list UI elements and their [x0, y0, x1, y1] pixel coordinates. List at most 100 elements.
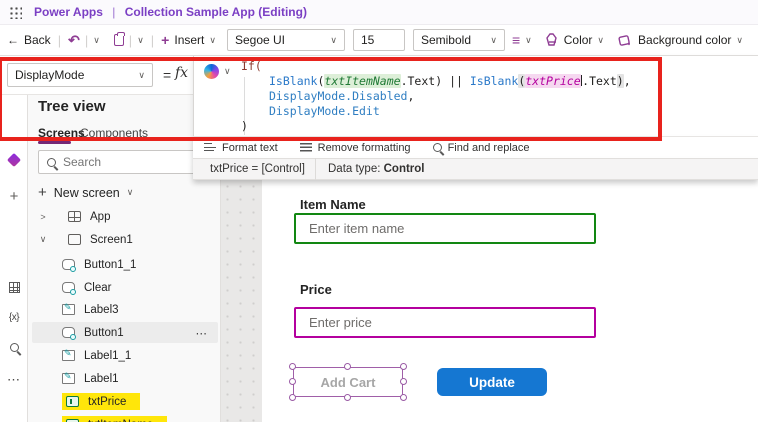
copilot-button[interactable]: ∨: [204, 64, 231, 79]
code-comma: ,: [407, 89, 415, 103]
resize-handle[interactable]: [400, 394, 407, 401]
code-paren: ): [616, 74, 624, 88]
code-comma: ,: [623, 74, 631, 88]
search-icon: [47, 157, 56, 167]
alignment-icon: ≡: [511, 32, 521, 48]
formula-code[interactable]: If(IsBlank(txtItemName.Text) || IsBlank(…: [241, 59, 631, 134]
label-control-icon: [62, 302, 75, 315]
add-cart-button-selection[interactable]: Add Cart: [289, 363, 407, 401]
undo-dropdown-chevron[interactable]: ∨: [93, 35, 100, 46]
background-color-button[interactable]: Background color ∨: [611, 25, 750, 55]
chevron-down-icon: ∨: [138, 69, 145, 80]
undo-button[interactable]: ↶ | ∨: [61, 25, 107, 55]
tree-search-input[interactable]: Search: [38, 150, 208, 174]
data-nav-icon[interactable]: [0, 282, 28, 296]
font-size-value: 15: [360, 33, 375, 47]
active-tab-underline: [38, 141, 71, 144]
selected-control-info: txtPrice = [Control]: [193, 163, 315, 175]
copilot-icon: [204, 64, 219, 79]
insert-button[interactable]: + Insert ∨: [154, 25, 223, 55]
tree-item-label1[interactable]: Label1: [32, 368, 218, 389]
tree-item-label1-1[interactable]: Label1_1: [32, 345, 218, 366]
remove-formatting-button[interactable]: Remove formatting: [299, 142, 411, 154]
tree-item-screen1[interactable]: ∨ Screen1: [32, 229, 218, 250]
property-selector-combobox[interactable]: DisplayMode ∨: [7, 63, 153, 87]
tree-item-label: Screen1: [90, 233, 133, 246]
tree-item-label: txtItemName: [88, 419, 153, 422]
waffle-menu-icon[interactable]: [9, 5, 22, 19]
chevron-down-icon[interactable]: ∨: [36, 234, 50, 245]
tab-components[interactable]: Components: [80, 126, 148, 140]
more-nav-icon[interactable]: ⋯: [0, 372, 28, 388]
remove-formatting-icon: [299, 143, 312, 152]
tab-screens[interactable]: Screens: [38, 126, 85, 140]
property-selector-value: DisplayMode: [15, 68, 85, 82]
item-name-label[interactable]: Item Name: [300, 197, 366, 212]
insert-nav-icon[interactable]: +: [0, 188, 28, 205]
background-color-chevron: ∨: [736, 34, 743, 45]
tree-item-button1-1[interactable]: Button1_1: [32, 254, 218, 275]
data-type-info: Data type: Control: [316, 163, 425, 175]
chevron-right-icon[interactable]: >: [36, 212, 50, 222]
tree-item-clear[interactable]: Clear: [32, 277, 218, 298]
format-text-button[interactable]: Format text: [204, 142, 278, 154]
resize-handle[interactable]: [289, 378, 296, 385]
add-cart-button[interactable]: Add Cart: [293, 367, 403, 397]
new-screen-button[interactable]: + New screen ∨: [38, 184, 133, 201]
find-replace-label: Find and replace: [447, 141, 530, 154]
back-button[interactable]: ← Back: [0, 25, 58, 55]
search-nav-icon[interactable]: [0, 341, 28, 355]
code-isblank: IsBlank: [269, 74, 318, 88]
code-displaymode-edit: DisplayMode.Edit: [269, 104, 380, 118]
more-options-icon[interactable]: ⋯: [196, 326, 209, 340]
color-button[interactable]: Color ∨: [539, 25, 611, 55]
update-button[interactable]: Update: [437, 368, 547, 396]
item-name-text-input[interactable]: Enter item name: [294, 213, 596, 244]
resize-handle[interactable]: [400, 378, 407, 385]
clipboard-icon: [113, 32, 125, 46]
alignment-button[interactable]: ≡ ∨: [505, 25, 539, 55]
tree-item-button1[interactable]: Button1 ⋯: [32, 322, 218, 343]
formula-format-toolbar: Format text Remove formatting Find and r…: [193, 136, 758, 158]
code-or-operator: ||: [442, 74, 470, 88]
tree-item-txtitemname[interactable]: txtItemName: [32, 414, 218, 422]
insert-chevron: ∨: [209, 34, 216, 45]
code-text: .Text: [582, 74, 617, 88]
tree-item-label3[interactable]: Label3: [32, 299, 218, 320]
clipboard-button[interactable]: | ∨: [107, 25, 151, 55]
data-type-value: Control: [383, 163, 425, 175]
font-weight-combobox[interactable]: Semibold ∨: [412, 29, 505, 51]
resize-handle[interactable]: [400, 363, 407, 370]
tree-view-nav-icon[interactable]: [0, 152, 28, 168]
title-divider: |: [112, 5, 116, 19]
formula-property-row: DisplayMode ∨ = fx: [0, 56, 193, 95]
tree-item-label: Button1: [84, 326, 124, 339]
font-weight-value: Semibold: [420, 33, 471, 47]
tree-item-txtprice[interactable]: txtPrice: [32, 391, 218, 412]
label-control-icon: [62, 371, 75, 384]
color-chevron: ∨: [597, 34, 605, 45]
tree-item-label: Label1: [84, 372, 119, 385]
resize-handle[interactable]: [344, 394, 351, 401]
resize-handle[interactable]: [289, 394, 296, 401]
resize-handle[interactable]: [289, 363, 296, 370]
chevron-down-icon: ∨: [490, 34, 497, 45]
tree-item-label: App: [90, 210, 111, 223]
app-header: Power Apps | Collection Sample App (Edit…: [0, 0, 758, 25]
price-text-input[interactable]: Enter price: [294, 307, 596, 338]
tree-item-app[interactable]: > App: [32, 206, 218, 227]
power-apps-studio: Power Apps | Collection Sample App (Edit…: [0, 0, 758, 422]
insert-label: Insert: [174, 33, 205, 47]
variables-nav-icon[interactable]: {x}: [0, 312, 28, 323]
clipboard-dropdown-chevron[interactable]: ∨: [137, 35, 144, 46]
find-and-replace-button[interactable]: Find and replace: [432, 141, 530, 154]
divider: |: [128, 32, 133, 48]
label-control-icon: [62, 348, 75, 361]
plus-icon: +: [161, 32, 170, 48]
app-title: Power Apps | Collection Sample App (Edit…: [34, 5, 307, 19]
price-label[interactable]: Price: [300, 282, 332, 297]
command-bar: ← Back | ↶ | ∨ | ∨ | + Insert ∨ Segoe UI…: [0, 25, 758, 56]
font-family-combobox[interactable]: Segoe UI ∨: [226, 29, 345, 51]
font-size-input[interactable]: 15: [352, 29, 405, 51]
resize-handle[interactable]: [344, 363, 351, 370]
